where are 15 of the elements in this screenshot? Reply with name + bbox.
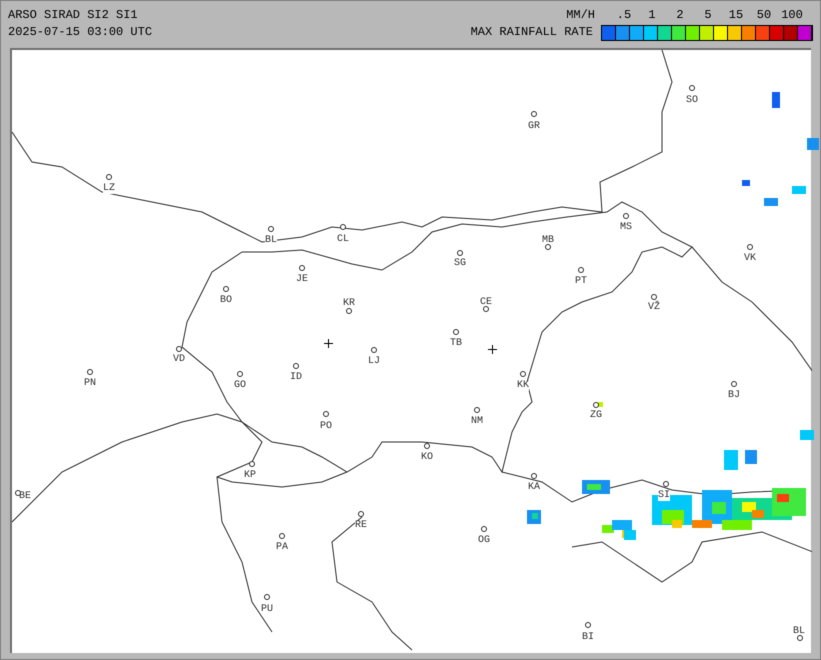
city-label: PU bbox=[261, 605, 273, 615]
legend-tick: 2 bbox=[675, 7, 685, 24]
legend-tick: 5 bbox=[703, 7, 713, 24]
legend-title: MAX RAINFALL RATE bbox=[470, 24, 593, 41]
city-label: KK bbox=[517, 381, 529, 391]
legend-tick: 100 bbox=[780, 7, 804, 24]
legend-tick: 15 bbox=[728, 7, 744, 24]
timestamp: 2025-07-15 03:00 UTC bbox=[8, 24, 152, 41]
product-title: ARSO SIRAD SI2 SI1 bbox=[8, 7, 139, 24]
legend-tick: .5 bbox=[616, 7, 632, 24]
legend-tick: 1 bbox=[647, 7, 657, 24]
city-label: LZ bbox=[103, 184, 115, 194]
unit-label: MM/H bbox=[566, 7, 595, 24]
city-label: SI bbox=[658, 491, 670, 501]
legend-tick: 50 bbox=[756, 7, 772, 24]
